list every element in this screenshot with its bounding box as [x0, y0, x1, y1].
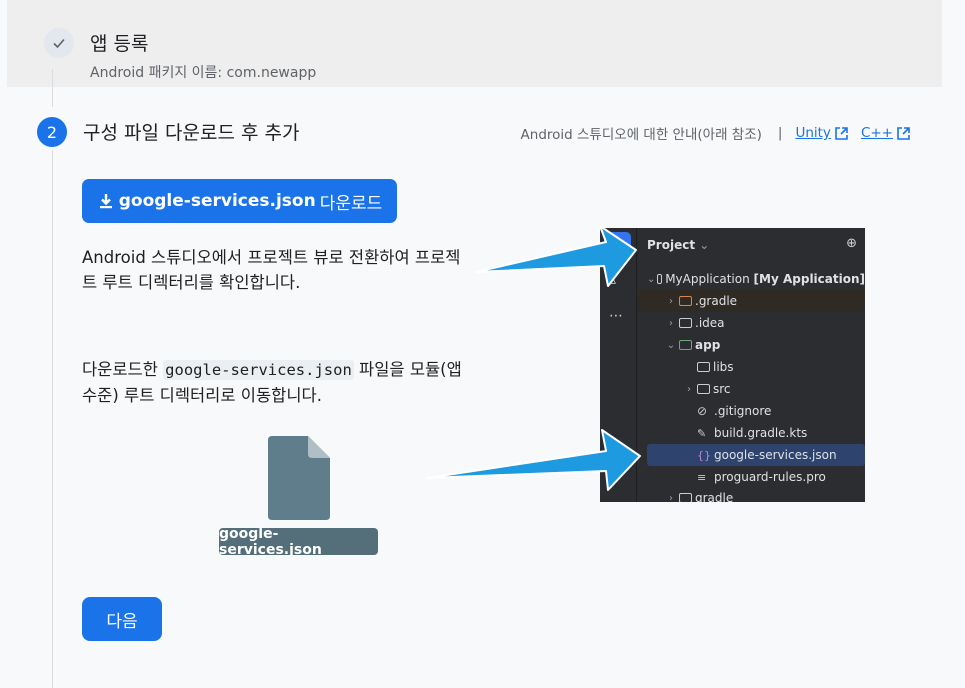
tree-item-gradle-cache: › .gradle: [637, 290, 865, 312]
chevron-right-icon: ›: [669, 295, 673, 307]
step-connector: [52, 69, 53, 107]
tree-item-idea: › .idea: [637, 312, 865, 334]
chevron-down-icon: ⌄: [647, 273, 656, 285]
text-file-icon: ≡: [697, 470, 707, 484]
tool-window-rail: ▵ ⋯: [600, 228, 637, 502]
unity-link[interactable]: Unity: [795, 125, 848, 141]
folder-icon: [679, 493, 692, 502]
tree-item-build-gradle: ✎ build.gradle.kts: [697, 426, 808, 440]
guide-text: Android 스튜디오에 대한 안내(아래 참조): [520, 127, 762, 143]
android-studio-screenshot: ▵ ⋯ Project ⌄ ⊕ ⌄ MyApplication [My Appl…: [600, 228, 865, 502]
cpp-link[interactable]: C++: [861, 125, 911, 141]
tree-item-gradle: › gradle: [637, 487, 865, 502]
chevron-right-icon: ›: [687, 383, 691, 395]
tree-item-gitignore: ⊘ .gitignore: [697, 404, 772, 418]
step1-subtitle: Android 패키지 이름: com.newapp: [90, 65, 317, 81]
folder-icon: [657, 274, 663, 284]
download-config-button[interactable]: google-services.json 다운로드: [82, 179, 397, 223]
tree-item-app: ⌄ app: [666, 338, 721, 352]
json-icon: {}: [697, 448, 711, 462]
file-icon: [268, 436, 330, 520]
download-button-filename: google-services.json: [118, 191, 316, 211]
chevron-down-icon: ⌄: [666, 339, 676, 351]
platform-guide: Android 스튜디오에 대한 안내(아래 참조) | Unity C++: [521, 123, 911, 143]
folder-icon: [697, 362, 710, 372]
open-external-icon: [835, 126, 848, 140]
tree-item-src: › src: [637, 378, 865, 400]
module-folder-icon: [679, 340, 692, 350]
shapes-icon: ▵: [609, 272, 617, 288]
filename-code: google-services.json: [163, 360, 354, 380]
step-connector: [52, 150, 53, 688]
target-icon: ⊕: [846, 236, 857, 251]
tree-item-libs: libs: [637, 356, 865, 378]
unity-link-label: Unity: [795, 125, 831, 141]
step2-title: 구성 파일 다운로드 후 추가: [83, 122, 300, 144]
step1-title: 앱 등록: [90, 33, 149, 55]
file-label: google-services.json: [219, 526, 378, 558]
instruction-switch-project-view: Android 스튜디오에서 프로젝트 뷰로 전환하여 프로젝트 루트 디렉터리…: [82, 248, 461, 292]
tree-item-root: ⌄ MyApplication [My Application]: [647, 272, 865, 286]
next-button[interactable]: 다음: [82, 597, 162, 641]
chevron-right-icon: ›: [669, 317, 673, 329]
folder-icon: [697, 384, 710, 394]
step1-panel[interactable]: 앱 등록 Android 패키지 이름: com.newapp: [7, 0, 942, 87]
instruction-move-file: 다운로드한 google-services.json 파일을 모듈(앱 수준) …: [82, 357, 462, 408]
download-button-label: 다운로드: [319, 193, 383, 214]
instruction-text: 다운로드한: [82, 360, 164, 379]
folder-icon: [679, 318, 692, 328]
tree-item-proguard: ≡ proguard-rules.pro: [697, 470, 826, 484]
open-external-icon: [897, 126, 910, 140]
more-icon: ⋯: [609, 308, 623, 324]
gradle-icon: ✎: [697, 426, 707, 440]
tree-item-google-services: {} google-services.json: [647, 444, 865, 466]
step2-number: 2: [37, 117, 67, 147]
chevron-right-icon: ›: [669, 492, 673, 503]
ignore-icon: ⊘: [697, 404, 708, 418]
cpp-link-label: C++: [860, 125, 893, 141]
project-view-header: Project ⌄: [647, 238, 710, 252]
step-complete-check-icon: [44, 28, 74, 58]
guide-separator: |: [777, 125, 783, 141]
project-tool-icon: [604, 232, 631, 259]
folder-icon: [679, 296, 692, 306]
download-icon: [99, 194, 112, 209]
